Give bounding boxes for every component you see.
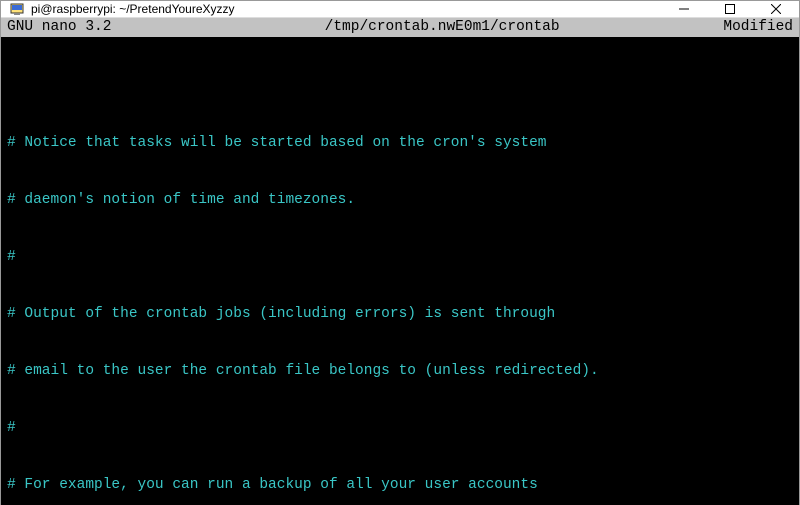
terminal[interactable]: GNU nano 3.2 /tmp/crontab.nwE0m1/crontab… [1,18,799,505]
comment-line: # email to the user the crontab file bel… [7,362,793,381]
comment-line: # [7,419,793,438]
window-title: pi@raspberrypi: ~/PretendYoureXyzzy [31,2,661,16]
editor-body[interactable]: # Notice that tasks will be started base… [1,37,799,505]
blank-line [7,77,793,96]
titlebar: pi@raspberrypi: ~/PretendYoureXyzzy [1,1,799,18]
putty-icon [9,1,25,17]
comment-line: # For example, you can run a backup of a… [7,476,793,495]
comment-line: # Notice that tasks will be started base… [7,134,793,153]
nano-header: GNU nano 3.2 /tmp/crontab.nwE0m1/crontab… [1,18,799,37]
comment-line: # [7,248,793,267]
nano-file-path: /tmp/crontab.nwE0m1/crontab [232,18,653,37]
nano-status: Modified [653,18,793,37]
maximize-button[interactable] [707,1,753,17]
window-controls [661,1,799,17]
comment-line: # daemon's notion of time and timezones. [7,191,793,210]
putty-window: pi@raspberrypi: ~/PretendYoureXyzzy GNU … [0,0,800,505]
minimize-button[interactable] [661,1,707,17]
nano-app-label: GNU nano 3.2 [7,18,232,37]
comment-line: # Output of the crontab jobs (including … [7,305,793,324]
close-button[interactable] [753,1,799,17]
